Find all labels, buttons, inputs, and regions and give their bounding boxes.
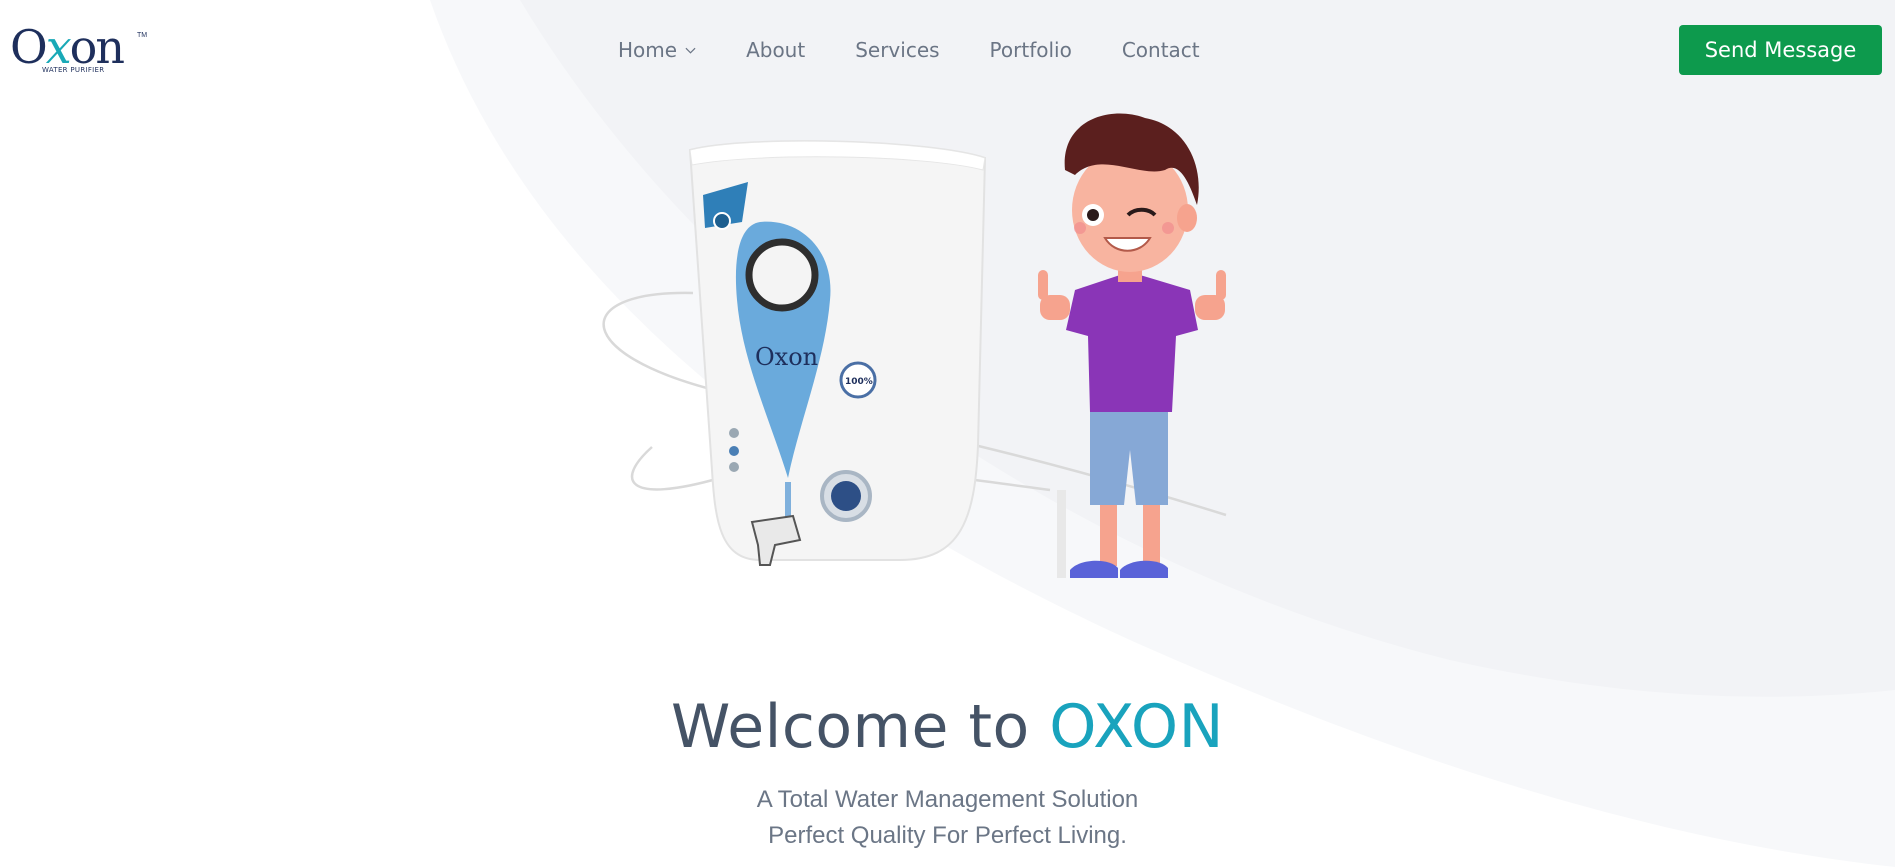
nav-item-label: Home <box>618 38 678 62</box>
logo-subtitle: WATER PURIFIER <box>42 66 105 74</box>
nav-item-label: Portfolio <box>989 38 1072 62</box>
hero-tagline-line2: Perfect Quality For Perfect Living. <box>768 822 1127 849</box>
boy-character <box>1038 113 1226 578</box>
nav-item-label: Contact <box>1121 38 1200 62</box>
logo-wordmark: Oxon <box>10 20 125 74</box>
nav-item-portfolio[interactable]: Portfolio <box>990 38 1072 62</box>
hero-title-brand: OXON <box>1049 692 1225 762</box>
water-purifier: Oxon 100% <box>688 140 987 566</box>
chevron-down-icon <box>685 47 696 54</box>
oxon-logo[interactable]: Oxon WATER PURIFIER TM <box>10 20 147 84</box>
hero-title-prefix: Welcome to <box>670 692 1050 762</box>
site-header: Oxon WATER PURIFIER TM Home About Servic… <box>0 0 1895 100</box>
hero-illustration: Oxon 100% <box>602 113 1227 578</box>
purifier-badge-text: 100% <box>845 377 873 387</box>
main-nav: Home About Services Portfolio Contact <box>618 38 1250 62</box>
nav-item-about[interactable]: About <box>746 38 805 62</box>
nav-item-services[interactable]: Services <box>855 38 939 62</box>
nav-item-contact[interactable]: Contact <box>1122 38 1200 62</box>
purifier-brand-label: Oxon <box>755 343 818 371</box>
logo-trademark: TM <box>137 32 148 39</box>
hero-title: Welcome to OXON <box>0 692 1895 762</box>
send-message-button[interactable]: Send Message <box>1679 25 1882 75</box>
nav-item-label: About <box>746 38 806 62</box>
nav-item-home[interactable]: Home <box>618 38 696 62</box>
hero-tagline-line1: A Total Water Management Solution <box>756 786 1139 813</box>
nav-item-label: Services <box>855 38 940 62</box>
